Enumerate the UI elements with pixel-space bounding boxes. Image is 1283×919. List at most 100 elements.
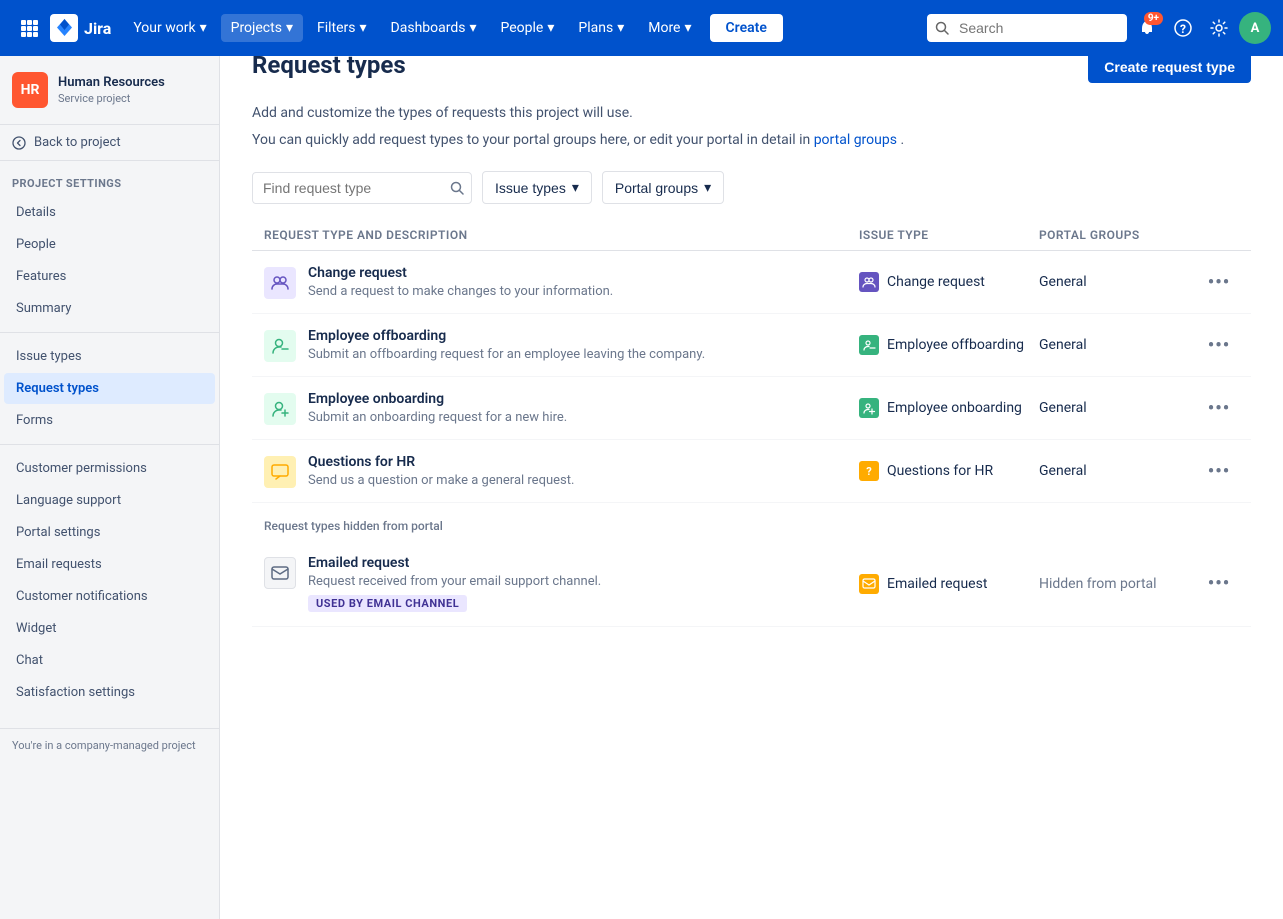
hidden-section-label: Request types hidden from portal — [252, 503, 1251, 541]
portal-group: General — [1039, 400, 1199, 416]
table-row: Questions for HR Send us a question or m… — [252, 440, 1251, 503]
col-type-desc: Request type and description — [264, 228, 859, 242]
sidebar-item-customer-notifications[interactable]: Customer notifications — [4, 581, 215, 612]
sidebar-item-portal-settings[interactable]: Portal settings — [4, 517, 215, 548]
sidebar-item-widget[interactable]: Widget — [4, 613, 215, 644]
chevron-down-icon: ▾ — [684, 20, 691, 36]
sidebar-item-issue-types[interactable]: Issue types — [4, 341, 215, 372]
help-button[interactable]: ? — [1167, 12, 1199, 44]
jira-logo[interactable]: Jira — [50, 14, 111, 42]
sidebar-item-details[interactable]: Details — [4, 197, 215, 228]
notifications-button[interactable]: 9+ — [1131, 12, 1163, 44]
back-to-project[interactable]: Back to project — [0, 125, 219, 161]
project-header: HR Human Resources Service project — [0, 56, 219, 125]
top-navigation: Jira Your work ▾ Projects ▾ Filters ▾ Da… — [0, 0, 1283, 56]
chevron-down-icon: ▾ — [286, 20, 293, 36]
person-minus-icon — [270, 336, 290, 356]
user-avatar[interactable]: A — [1239, 12, 1271, 44]
emailed-request-icon — [264, 557, 296, 589]
portal-groups-link[interactable]: portal groups — [814, 132, 897, 148]
request-name: Emailed request — [308, 555, 601, 571]
nav-projects[interactable]: Projects ▾ — [221, 14, 303, 42]
request-type-cell: Change request Send a request to make ch… — [264, 265, 859, 299]
request-type-cell: Questions for HR Send us a question or m… — [264, 454, 859, 488]
chevron-down-icon: ▾ — [704, 179, 711, 196]
nav-your-work[interactable]: Your work ▾ — [123, 14, 216, 42]
search-filter[interactable] — [252, 172, 472, 204]
more-options-button[interactable]: ••• — [1199, 394, 1239, 423]
request-name: Questions for HR — [308, 454, 574, 470]
chevron-down-icon: ▾ — [360, 20, 367, 36]
filters-row: Issue types ▾ Portal groups ▾ — [252, 171, 1251, 204]
onboarding-icon — [264, 393, 296, 425]
main-content: Projects / Human Resources / Project set… — [220, 0, 1283, 651]
nav-plans[interactable]: Plans ▾ — [568, 14, 634, 42]
sidebar-item-customer-permissions[interactable]: Customer permissions — [4, 453, 215, 484]
sidebar-divider — [0, 332, 219, 333]
more-options-button[interactable]: ••• — [1199, 457, 1239, 486]
request-desc: Send us a question or make a general req… — [308, 473, 574, 488]
portal-group: General — [1039, 337, 1199, 353]
create-button[interactable]: Create — [710, 14, 783, 42]
request-desc: Send a request to make changes to your i… — [308, 284, 613, 299]
svg-text:?: ? — [1180, 22, 1186, 36]
search-bar[interactable] — [927, 14, 1127, 42]
offboarding-icon — [264, 330, 296, 362]
nav-filters[interactable]: Filters ▾ — [307, 14, 377, 42]
sidebar-item-email-requests[interactable]: Email requests — [4, 549, 215, 580]
sidebar-item-people[interactable]: People — [4, 229, 215, 260]
chevron-down-icon: ▾ — [617, 20, 624, 36]
col-issue-type: Issue type — [859, 228, 1039, 242]
grid-icon[interactable] — [12, 11, 46, 45]
request-name: Employee onboarding — [308, 391, 567, 407]
issue-type-cell: Employee onboarding — [859, 398, 1039, 418]
sidebar-item-language-support[interactable]: Language support — [4, 485, 215, 516]
sidebar-section-header: Project settings — [0, 161, 219, 196]
portal-group: General — [1039, 274, 1199, 290]
issue-type-name: Questions for HR — [887, 463, 993, 479]
sidebar-item-summary[interactable]: Summary — [4, 293, 215, 324]
nav-dashboards[interactable]: Dashboards ▾ — [381, 14, 487, 42]
issue-type-cell: Employee offboarding — [859, 335, 1039, 355]
col-portal-groups: Portal groups — [1039, 228, 1199, 242]
more-options-button[interactable]: ••• — [1199, 268, 1239, 297]
issue-type-icon — [859, 272, 879, 292]
table-row: Employee offboarding Submit an offboardi… — [252, 314, 1251, 377]
chevron-down-icon: ▾ — [200, 20, 207, 36]
sidebar-item-chat[interactable]: Chat — [4, 645, 215, 676]
sidebar-item-features[interactable]: Features — [4, 261, 215, 292]
sidebar-item-request-types[interactable]: Request types — [4, 373, 215, 404]
table-header: Request type and description Issue type … — [252, 220, 1251, 251]
sidebar-item-forms[interactable]: Forms — [4, 405, 215, 436]
issue-types-filter[interactable]: Issue types ▾ — [482, 171, 592, 204]
request-desc: Submit an offboarding request for an emp… — [308, 347, 705, 362]
portal-groups-filter[interactable]: Portal groups ▾ — [602, 171, 724, 204]
questions-icon — [264, 456, 296, 488]
project-name: Human Resources — [58, 75, 165, 92]
table-row: Emailed request Request received from yo… — [252, 541, 1251, 627]
request-type-cell: Employee onboarding Submit an onboarding… — [264, 391, 859, 425]
issue-type-name: Employee offboarding — [887, 337, 1024, 353]
request-types-table: Request type and description Issue type … — [252, 220, 1251, 627]
person-plus-icon — [270, 399, 290, 419]
people-icon — [270, 273, 290, 293]
search-input[interactable] — [927, 14, 1127, 42]
nav-more[interactable]: More ▾ — [638, 14, 701, 42]
more-options-button[interactable]: ••• — [1199, 569, 1239, 598]
issue-type-icon — [859, 335, 879, 355]
issue-type-icon — [859, 398, 879, 418]
request-type-cell: Employee offboarding Submit an offboardi… — [264, 328, 859, 362]
request-name: Change request — [308, 265, 613, 281]
issue-type-cell: Emailed request — [859, 574, 1039, 594]
settings-button[interactable] — [1203, 12, 1235, 44]
request-desc: Submit an onboarding request for a new h… — [308, 410, 567, 425]
project-icon: HR — [12, 72, 48, 108]
project-type: Service project — [58, 92, 165, 105]
nav-people[interactable]: People ▾ — [491, 14, 565, 42]
more-options-button[interactable]: ••• — [1199, 331, 1239, 360]
issue-type-icon: ? — [859, 461, 879, 481]
portal-group: General — [1039, 463, 1199, 479]
sidebar-item-satisfaction-settings[interactable]: Satisfaction settings — [4, 677, 215, 708]
find-request-input[interactable] — [252, 172, 472, 204]
search-icon — [450, 181, 464, 195]
